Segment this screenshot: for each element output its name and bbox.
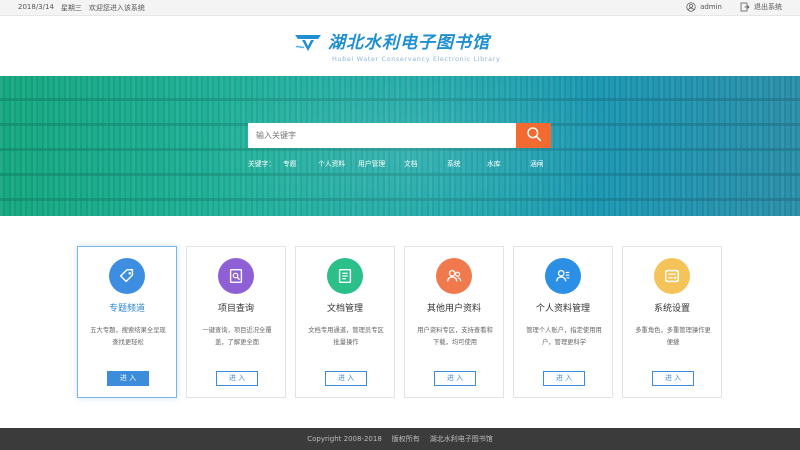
keyword-link[interactable]: 用户管理	[358, 158, 385, 168]
card-description: 一键查询，项目近况全覆盖，了解更全面	[202, 327, 272, 346]
enter-button[interactable]: 进 入	[216, 371, 258, 386]
document-search-icon	[218, 258, 254, 294]
card-system-settings[interactable]: 系统设置 多重角色，多重管理操作更便捷 进 入	[622, 246, 722, 398]
copyright-text: Copyright 2008-2018	[307, 435, 382, 443]
user-icon	[686, 2, 696, 12]
tag-icon	[109, 258, 145, 294]
card-topic-channel[interactable]: 专题频道 五大专题，搜索结果全呈现查找更轻松 进 入	[77, 246, 177, 398]
user-menu[interactable]: admin	[686, 2, 722, 12]
logout-label: 退出系统	[754, 3, 782, 11]
card-title: 系统设置	[653, 304, 690, 314]
users-icon	[436, 258, 472, 294]
keyword-link[interactable]: 文档	[404, 158, 418, 168]
site-header: 湖北水利电子图书馆 Hubei Water Conservancy Electr…	[0, 16, 800, 76]
card-personal-data[interactable]: 个人资料管理 管理个人账户，指定使用用户，管理更科学 进 入	[513, 246, 613, 398]
file-icon	[327, 258, 363, 294]
site-subtitle: Hubei Water Conservancy Electronic Libra…	[332, 55, 501, 63]
top-bar-actions: admin 退出系统	[686, 2, 782, 12]
card-title: 项目查询	[217, 304, 254, 314]
owner-text: 湖北水利电子图书馆	[429, 435, 493, 443]
card-project-query[interactable]: 项目查询 一键查询，项目近况全覆盖，了解更全面 进 入	[186, 246, 286, 398]
logout-button[interactable]: 退出系统	[740, 2, 782, 12]
top-bar: 2018/3/14 星期三 欢迎您进入该系统 admin 退出系统	[0, 0, 800, 16]
card-title: 其他用户资料	[426, 304, 481, 314]
user-profile-icon	[545, 258, 581, 294]
search-icon	[526, 126, 542, 146]
search-box	[248, 123, 516, 148]
enter-button[interactable]: 进 入	[325, 371, 367, 386]
enter-button[interactable]: 进 入	[652, 371, 694, 386]
enter-button[interactable]: 进 入	[107, 371, 149, 386]
enter-button[interactable]: 进 入	[543, 371, 585, 386]
site-logo[interactable]: 湖北水利电子图书馆 Hubei Water Conservancy Electr…	[294, 28, 500, 63]
keyword-link[interactable]: 系统	[447, 158, 461, 168]
keyword-link[interactable]: 涵闸	[530, 158, 544, 168]
keyword-link[interactable]: 个人资料	[318, 158, 345, 168]
card-description: 多重角色，多重管理操作更便捷	[635, 327, 711, 346]
card-description: 管理个人账户，指定使用用户，管理更科学	[526, 327, 602, 346]
enter-button[interactable]: 进 入	[434, 371, 476, 386]
search-button[interactable]	[516, 123, 551, 148]
card-title: 文档管理	[326, 304, 363, 314]
keyword-link[interactable]: 水库	[487, 158, 501, 168]
card-title: 专题频道	[108, 304, 145, 314]
keywords-label: 关键字：	[248, 160, 276, 168]
search-banner	[0, 76, 800, 216]
username: admin	[700, 3, 722, 11]
water-logo-icon	[294, 28, 322, 57]
search-input[interactable]	[248, 123, 516, 148]
date-text: 2018/3/14	[18, 3, 54, 11]
keyword-link[interactable]: 专题	[283, 158, 297, 168]
weekday-text: 星期三	[60, 4, 82, 12]
card-other-user-data[interactable]: 其他用户资料 用户资料专区，支持查看和下载，均可使用 进 入	[404, 246, 504, 398]
card-title: 个人资料管理	[535, 304, 590, 314]
card-description: 文档专用通道，管理员专区批量操作	[308, 327, 384, 346]
site-footer: Copyright 2008-2018 版权所有 湖北水利电子图书馆	[0, 428, 800, 450]
top-bar-info: 2018/3/14 星期三 欢迎您进入该系统	[18, 3, 145, 13]
card-description: 用户资料专区，支持查看和下载，均可使用	[417, 327, 493, 346]
site-title: 湖北水利电子图书馆	[328, 33, 490, 53]
card-description: 五大专题，搜索结果全呈现查找更轻松	[90, 327, 166, 346]
settings-panel-icon	[654, 258, 690, 294]
rights-text: 版权所有	[391, 435, 420, 443]
logout-icon	[740, 2, 750, 12]
welcome-text: 欢迎您进入该系统	[88, 4, 145, 12]
card-document-management[interactable]: 文档管理 文档专用通道，管理员专区批量操作 进 入	[295, 246, 395, 398]
